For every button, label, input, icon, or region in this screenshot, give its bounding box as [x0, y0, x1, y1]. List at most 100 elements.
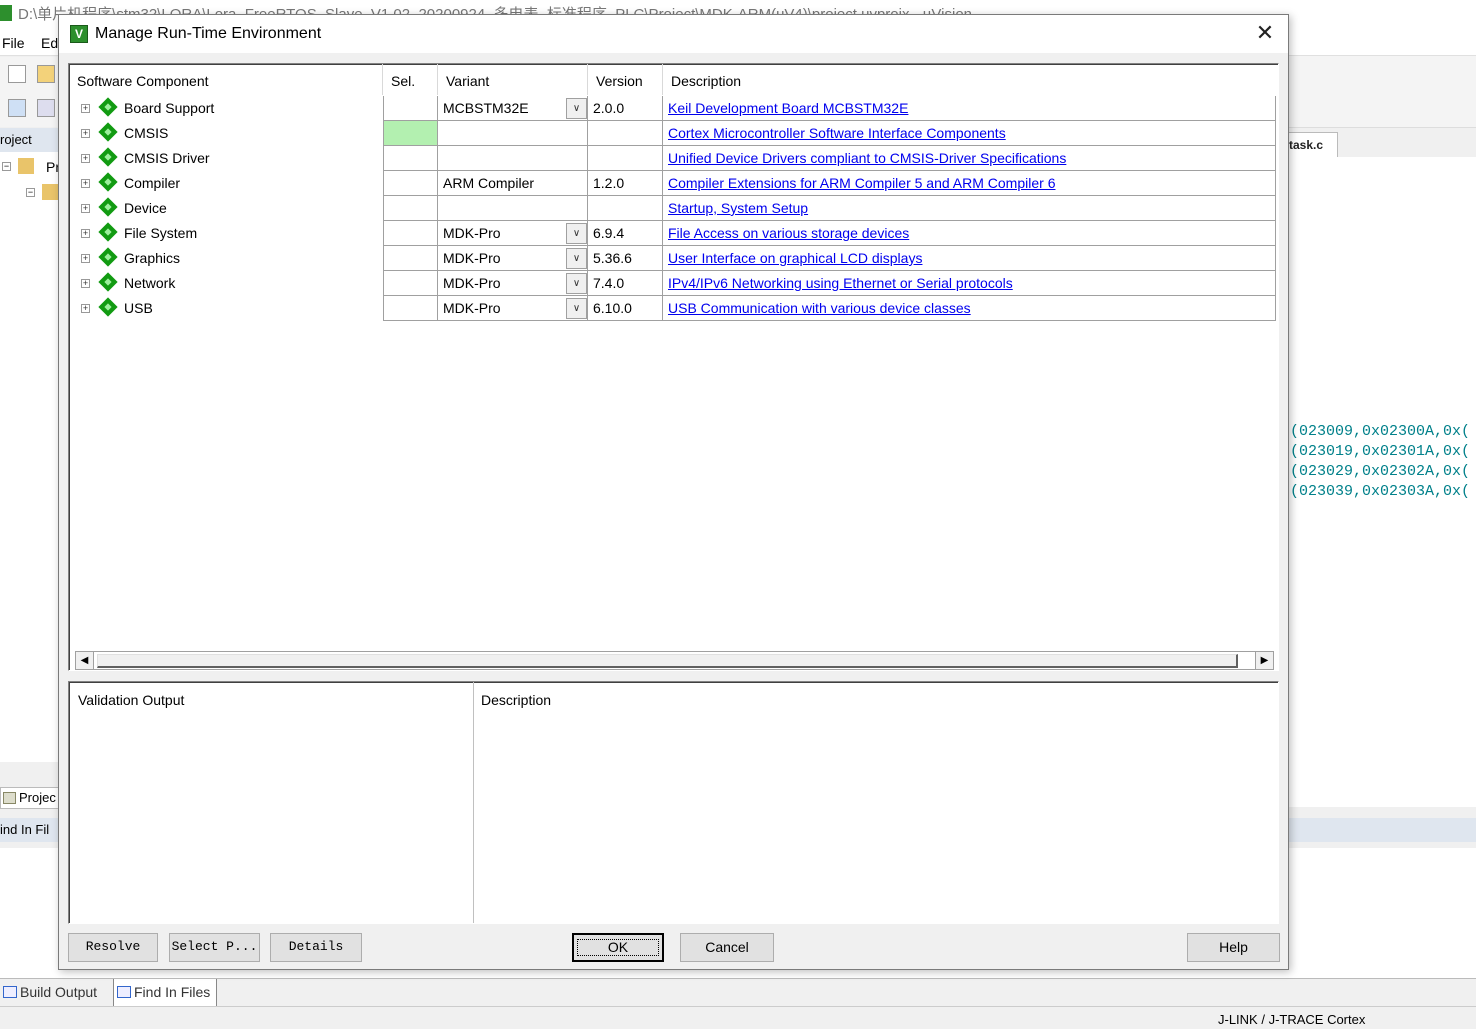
- validation-divider[interactable]: [473, 682, 474, 923]
- description-link[interactable]: Unified Device Drivers compliant to CMSI…: [668, 150, 1066, 166]
- scroll-thumb[interactable]: [97, 654, 1238, 668]
- details-button[interactable]: Details: [270, 933, 362, 962]
- description-link[interactable]: File Access on various storage devices: [668, 225, 909, 241]
- dialog-title-bar[interactable]: V Manage Run-Time Environment ✕: [59, 15, 1288, 53]
- chevron-down-icon[interactable]: ∨: [566, 98, 587, 119]
- menu-edit[interactable]: Ed: [41, 35, 58, 51]
- build-icon[interactable]: [8, 99, 26, 117]
- build-output-icon: [3, 986, 17, 998]
- component-row[interactable]: + Network MDK-Pro ∨ 7.4.0 IPv4/IPv6 Networkin…: [69, 271, 1278, 296]
- editor-tab-task-c[interactable]: task.c: [1288, 132, 1338, 159]
- rebuild-icon[interactable]: [37, 99, 55, 117]
- new-file-icon[interactable]: [8, 65, 26, 83]
- resolve-button[interactable]: Resolve: [68, 933, 158, 962]
- sel-cell[interactable]: [383, 246, 438, 271]
- col-sel[interactable]: Sel.: [383, 64, 438, 95]
- expand-plus-icon[interactable]: +: [81, 304, 90, 313]
- sel-cell[interactable]: [383, 196, 438, 221]
- component-row[interactable]: + Compiler ARM Compiler 1.2.0 Compiler Exten…: [69, 171, 1278, 196]
- component-row[interactable]: + CMSIS Cortex Microcontroller Software In…: [69, 121, 1278, 146]
- tab-find-in-files[interactable]: Find In Files: [113, 979, 218, 1007]
- description-link[interactable]: USB Communication with various device cl…: [668, 300, 971, 316]
- chevron-down-icon[interactable]: ∨: [566, 298, 587, 319]
- description-link[interactable]: User Interface on graphical LCD displays: [668, 250, 922, 266]
- ok-button[interactable]: OK: [572, 933, 664, 962]
- sel-cell[interactable]: [383, 271, 438, 296]
- component-cell[interactable]: + Compiler: [69, 171, 383, 196]
- expand-plus-icon[interactable]: +: [81, 129, 90, 138]
- expand-plus-icon[interactable]: +: [81, 104, 90, 113]
- expand-plus-icon[interactable]: +: [81, 254, 90, 263]
- variant-cell[interactable]: MDK-Pro ∨: [438, 246, 588, 271]
- expand-plus-icon[interactable]: +: [81, 229, 90, 238]
- scroll-left-icon[interactable]: ◀: [75, 651, 94, 670]
- expand-plus-icon[interactable]: +: [81, 179, 90, 188]
- variant-cell[interactable]: MDK-Pro ∨: [438, 271, 588, 296]
- description-link[interactable]: Startup, System Setup: [668, 200, 808, 216]
- select-packs-button[interactable]: Select P...: [169, 933, 260, 962]
- tree-collapse-icon[interactable]: −: [26, 188, 35, 197]
- description-link[interactable]: IPv4/IPv6 Networking using Ethernet or S…: [668, 275, 1013, 291]
- code-line: (023009,0x02300A,0x(: [1290, 423, 1471, 440]
- open-folder-icon[interactable]: [37, 65, 55, 83]
- component-row[interactable]: + CMSIS Driver Unified Device Drivers comp…: [69, 146, 1278, 171]
- chevron-down-icon[interactable]: ∨: [566, 223, 587, 244]
- component-row[interactable]: + USB MDK-Pro ∨ 6.10.0 USB Communication with…: [69, 296, 1278, 321]
- variant-value: MDK-Pro: [443, 250, 501, 266]
- sel-cell[interactable]: [383, 146, 438, 171]
- sel-cell[interactable]: [383, 171, 438, 196]
- variant-cell[interactable]: MCBSTM32E ∨: [438, 96, 588, 121]
- description-cell: Compiler Extensions for ARM Compiler 5 a…: [663, 171, 1276, 196]
- chevron-down-icon[interactable]: ∨: [566, 248, 587, 269]
- help-button[interactable]: Help: [1187, 933, 1280, 962]
- scroll-right-icon[interactable]: ▶: [1255, 651, 1274, 670]
- sel-cell[interactable]: [383, 96, 438, 121]
- component-row[interactable]: + File System MDK-Pro ∨ 6.9.4 File Access on …: [69, 221, 1278, 246]
- component-cell[interactable]: + USB: [69, 296, 383, 321]
- expand-plus-icon[interactable]: +: [81, 204, 90, 213]
- sel-cell[interactable]: [383, 121, 438, 146]
- variant-cell[interactable]: MDK-Pro ∨: [438, 296, 588, 321]
- sel-cell[interactable]: [383, 221, 438, 246]
- version-value: 1.2.0: [593, 175, 625, 191]
- variant-cell[interactable]: MDK-Pro ∨: [438, 221, 588, 246]
- project-tree[interactable]: − Pr −: [0, 152, 60, 762]
- component-cell[interactable]: + CMSIS: [69, 121, 383, 146]
- variant-value: MCBSTM32E: [443, 100, 529, 116]
- ide-toolbar-right: [1288, 56, 1476, 128]
- code-editor[interactable]: [1288, 157, 1476, 807]
- chevron-down-icon[interactable]: ∨: [566, 273, 587, 294]
- component-cell[interactable]: + Device: [69, 196, 383, 221]
- component-cell[interactable]: + CMSIS Driver: [69, 146, 383, 171]
- description-cell: User Interface on graphical LCD displays: [663, 246, 1276, 271]
- description-link[interactable]: Keil Development Board MCBSTM32E: [668, 100, 908, 116]
- scroll-track[interactable]: [94, 651, 1255, 670]
- cancel-button[interactable]: Cancel: [680, 933, 774, 962]
- component-cell[interactable]: + Network: [69, 271, 383, 296]
- project-tab[interactable]: Projec: [0, 787, 60, 809]
- expand-plus-icon[interactable]: +: [81, 154, 90, 163]
- component-name: File System: [124, 225, 198, 241]
- sel-cell[interactable]: [383, 296, 438, 321]
- col-version[interactable]: Version: [588, 64, 663, 95]
- tree-collapse-icon[interactable]: −: [2, 162, 11, 171]
- component-cell[interactable]: + File System: [69, 221, 383, 246]
- component-row[interactable]: + Device Startup, System Setup: [69, 196, 1278, 221]
- component-row[interactable]: + Graphics MDK-Pro ∨ 5.36.6 User Interface on…: [69, 246, 1278, 271]
- status-bar: J-LINK / J-TRACE Cortex: [0, 1006, 1476, 1029]
- col-variant[interactable]: Variant: [438, 64, 588, 95]
- col-software-component[interactable]: Software Component: [69, 64, 383, 95]
- component-row[interactable]: + Board Support MCBSTM32E ∨ 2.0.0 Keil Develo…: [69, 96, 1278, 121]
- component-cell[interactable]: + Graphics: [69, 246, 383, 271]
- description-link[interactable]: Cortex Microcontroller Software Interfac…: [668, 125, 1006, 141]
- horizontal-scrollbar[interactable]: ◀ ▶: [75, 651, 1274, 670]
- description-link[interactable]: Compiler Extensions for ARM Compiler 5 a…: [668, 175, 1055, 191]
- menu-file[interactable]: File: [2, 35, 25, 51]
- expand-plus-icon[interactable]: +: [81, 279, 90, 288]
- tab-build-output[interactable]: Build Output: [0, 979, 103, 1007]
- uvision-icon: V: [70, 25, 88, 43]
- close-icon[interactable]: ✕: [1250, 21, 1280, 47]
- ide-toolbar: [0, 57, 60, 127]
- component-cell[interactable]: + Board Support: [69, 96, 383, 121]
- col-description[interactable]: Description: [663, 64, 1275, 95]
